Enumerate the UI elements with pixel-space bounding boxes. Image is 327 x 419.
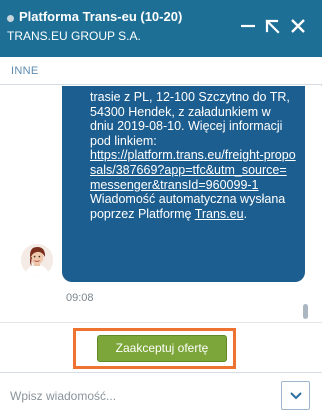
close-button[interactable] — [288, 14, 308, 38]
message-time: 09:08 — [66, 292, 94, 304]
action-area: Zaakceptuj ofertę — [0, 322, 322, 372]
message-bubble: trasie z PL, 12-100 Szczytno do TR, 5430… — [62, 86, 305, 282]
chat-window: Platforma Trans-eu (10-20) TRANS.EU GROU… — [0, 0, 322, 419]
freight-proposal-link[interactable]: https://platform.trans.eu/freight-propos… — [90, 148, 296, 191]
send-options-button[interactable] — [281, 381, 310, 410]
chat-header: Platforma Trans-eu (10-20) TRANS.EU GROU… — [0, 0, 322, 57]
message-line: trasie z PL, 12-100 Szczytno do TR, — [90, 90, 290, 104]
chat-title: Platforma Trans-eu (10-20) — [19, 9, 183, 24]
message-list: trasie z PL, 12-100 Szczytno do TR, 5430… — [0, 86, 322, 322]
message-input[interactable] — [10, 383, 260, 409]
scrollbar-thumb[interactable] — [303, 304, 308, 319]
message-line: pod linkiem: — [90, 133, 157, 148]
message-line: 54300 Hendek, z załadunkiem w — [90, 104, 271, 119]
message-line: dniu 2019-08-10. Więcej informacji — [90, 119, 283, 134]
expand-button[interactable] — [262, 14, 282, 38]
close-icon — [288, 14, 308, 38]
minimize-button[interactable] — [238, 14, 258, 38]
section-bar: INNE — [0, 57, 322, 85]
section-label: INNE — [11, 65, 39, 77]
avatar — [21, 244, 53, 276]
accept-offer-button[interactable]: Zaakceptuj ofertę — [97, 335, 227, 362]
message-end: . — [243, 206, 248, 221]
message-auto-text: Wiadomość automatyczna wysłana poprzez P… — [90, 192, 286, 221]
expand-icon — [262, 14, 282, 38]
minimize-icon — [238, 14, 258, 38]
platform-link[interactable]: Trans.eu — [195, 207, 244, 221]
chat-company: TRANS.EU GROUP S.A. — [7, 29, 141, 43]
input-bar — [0, 372, 322, 419]
status-dot — [7, 15, 14, 22]
